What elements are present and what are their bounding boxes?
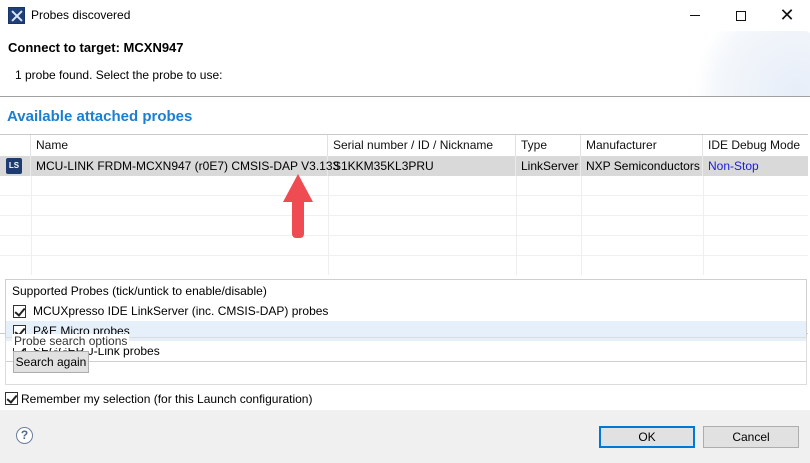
title-bar: Probes discovered ✕: [0, 0, 810, 31]
column-header-type[interactable]: Type: [516, 135, 581, 156]
column-divider: [516, 176, 517, 275]
column-header-name[interactable]: Name: [31, 135, 328, 156]
column-header-serial[interactable]: Serial number / ID / Nickname: [328, 135, 516, 156]
header-decoration: [670, 31, 810, 96]
probe-search-options-title: Probe search options: [12, 334, 130, 348]
dialog-header: Connect to target: MCXN947 1 probe found…: [0, 31, 810, 97]
search-again-button[interactable]: Search again: [13, 351, 89, 373]
dialog-body: Available attached probes Name Serial nu…: [0, 97, 810, 463]
header-message: 1 probe found. Select the probe to use:: [15, 68, 223, 82]
arrow-head: [283, 174, 313, 202]
column-divider: [581, 176, 582, 275]
list-item[interactable]: MCUXpresso IDE LinkServer (inc. CMSIS-DA…: [6, 301, 806, 321]
empty-row: [0, 216, 808, 236]
table-header: Name Serial number / ID / Nickname Type …: [0, 135, 808, 156]
annotation-arrow-icon: [283, 174, 313, 240]
probe-search-options-group: Probe search options Search again: [5, 334, 807, 385]
probe-type-text-cell: LinkServer: [516, 156, 581, 176]
column-divider: [31, 176, 32, 275]
remember-checkbox[interactable]: [5, 392, 18, 405]
debug-mode-link[interactable]: Non-Stop: [703, 156, 808, 176]
probe-name-cell: MCU-LINK FRDM-MCXN947 (r0E7) CMSIS-DAP V…: [31, 156, 339, 176]
remember-selection[interactable]: Remember my selection (for this Launch c…: [0, 389, 400, 409]
column-divider: [703, 176, 704, 275]
column-header-icon[interactable]: [0, 135, 31, 156]
probe-type-cell: LS: [0, 156, 31, 176]
column-header-manufacturer[interactable]: Manufacturer: [581, 135, 703, 156]
window-title: Probes discovered: [31, 8, 131, 22]
empty-row: [0, 196, 808, 216]
empty-row: [0, 236, 808, 256]
close-button[interactable]: ✕: [764, 0, 810, 31]
available-probes-title: Available attached probes: [7, 108, 193, 125]
linkserver-checkbox[interactable]: [13, 305, 26, 318]
column-divider: [328, 176, 329, 275]
column-header-debug-mode[interactable]: IDE Debug Mode: [703, 135, 808, 156]
ok-button[interactable]: OK: [599, 426, 695, 448]
cancel-button[interactable]: Cancel: [703, 426, 799, 448]
arrow-shaft: [292, 200, 304, 238]
maximize-icon: [736, 10, 746, 21]
minimize-icon: [690, 15, 700, 16]
maximize-button[interactable]: [718, 0, 764, 31]
supported-probes-title: Supported Probes (tick/untick to enable/…: [12, 284, 267, 298]
dialog-footer: ? OK Cancel: [0, 410, 810, 463]
linkserver-icon: LS: [6, 158, 22, 174]
app-icon: [8, 7, 25, 24]
probe-serial-cell: S1KKM35KL3PRU: [328, 156, 516, 176]
table-row[interactable]: LS MCU-LINK FRDM-MCXN947 (r0E7) CMSIS-DA…: [0, 156, 808, 176]
probes-table: Name Serial number / ID / Nickname Type …: [0, 134, 808, 362]
help-icon[interactable]: ?: [16, 427, 33, 444]
close-icon: ✕: [779, 5, 795, 25]
header-title: Connect to target: MCXN947: [8, 40, 184, 55]
minimize-button[interactable]: [672, 0, 718, 31]
probe-manufacturer-cell: NXP Semiconductors: [581, 156, 703, 176]
remember-label: Remember my selection (for this Launch c…: [21, 392, 313, 406]
empty-row: [0, 176, 808, 196]
linkserver-label: MCUXpresso IDE LinkServer (inc. CMSIS-DA…: [33, 304, 329, 318]
